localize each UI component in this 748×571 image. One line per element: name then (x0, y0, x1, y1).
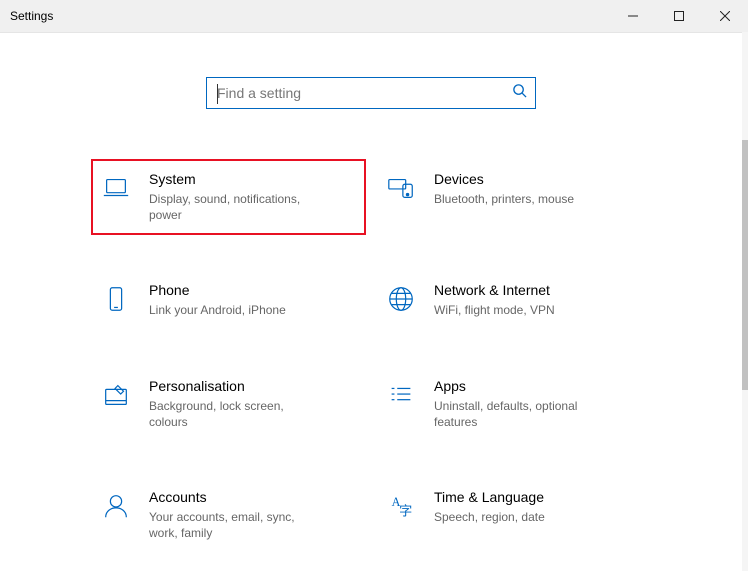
tile-title: Personalisation (149, 378, 354, 394)
tile-text: Network & Internet WiFi, flight mode, VP… (434, 282, 639, 318)
tile-desc: Speech, region, date (434, 509, 604, 525)
tile-network[interactable]: Network & Internet WiFi, flight mode, VP… (376, 270, 651, 330)
paint-icon (99, 380, 133, 410)
scrollbar-thumb[interactable] (742, 140, 748, 390)
settings-grid: System Display, sound, notifications, po… (91, 159, 651, 553)
tile-title: Apps (434, 378, 639, 394)
tile-text: Devices Bluetooth, printers, mouse (434, 171, 639, 207)
tile-desc: Background, lock screen, colours (149, 398, 319, 430)
maximize-icon (674, 11, 684, 21)
svg-text:字: 字 (399, 503, 412, 518)
tile-text: Time & Language Speech, region, date (434, 489, 639, 525)
tile-title: Accounts (149, 489, 354, 505)
tile-apps[interactable]: Apps Uninstall, defaults, optional featu… (376, 366, 651, 442)
titlebar: Settings (0, 0, 748, 33)
tile-desc: WiFi, flight mode, VPN (434, 302, 604, 318)
apps-list-icon (384, 380, 418, 410)
laptop-icon (99, 173, 133, 203)
language-icon: A字 (384, 491, 418, 521)
phone-icon (99, 284, 133, 314)
tile-time-language[interactable]: A字 Time & Language Speech, region, date (376, 477, 651, 553)
tile-title: Time & Language (434, 489, 639, 505)
tile-devices[interactable]: Devices Bluetooth, printers, mouse (376, 159, 651, 235)
tile-text: Apps Uninstall, defaults, optional featu… (434, 378, 639, 430)
tile-desc: Display, sound, notifications, power (149, 191, 319, 223)
tile-title: Network & Internet (434, 282, 639, 298)
window-title: Settings (10, 9, 53, 23)
minimize-button[interactable] (610, 0, 656, 32)
search-icon (512, 83, 527, 103)
tile-text: Accounts Your accounts, email, sync, wor… (149, 489, 354, 541)
close-button[interactable] (702, 0, 748, 32)
globe-icon (384, 284, 418, 314)
tile-title: Devices (434, 171, 639, 187)
search-box[interactable] (206, 77, 536, 109)
tile-text: Phone Link your Android, iPhone (149, 282, 354, 318)
maximize-button[interactable] (656, 0, 702, 32)
tile-desc: Bluetooth, printers, mouse (434, 191, 604, 207)
text-cursor (217, 84, 218, 104)
tile-personalisation[interactable]: Personalisation Background, lock screen,… (91, 366, 366, 442)
window-controls (610, 0, 748, 32)
tile-accounts[interactable]: Accounts Your accounts, email, sync, wor… (91, 477, 366, 553)
search-input[interactable] (215, 77, 512, 109)
tile-desc: Link your Android, iPhone (149, 302, 319, 318)
tile-phone[interactable]: Phone Link your Android, iPhone (91, 270, 366, 330)
tile-title: System (149, 171, 354, 187)
devices-icon (384, 173, 418, 203)
minimize-icon (628, 11, 638, 21)
close-icon (720, 11, 730, 21)
tile-text: Personalisation Background, lock screen,… (149, 378, 354, 430)
tile-desc: Your accounts, email, sync, work, family (149, 509, 319, 541)
header-spacer (0, 32, 742, 77)
tile-system[interactable]: System Display, sound, notifications, po… (91, 159, 366, 235)
tile-title: Phone (149, 282, 354, 298)
settings-window: Settings (0, 0, 748, 571)
person-icon (99, 491, 133, 521)
search-container (0, 77, 742, 109)
content-area: System Display, sound, notifications, po… (0, 32, 742, 571)
tile-text: System Display, sound, notifications, po… (149, 171, 354, 223)
tile-desc: Uninstall, defaults, optional features (434, 398, 604, 430)
